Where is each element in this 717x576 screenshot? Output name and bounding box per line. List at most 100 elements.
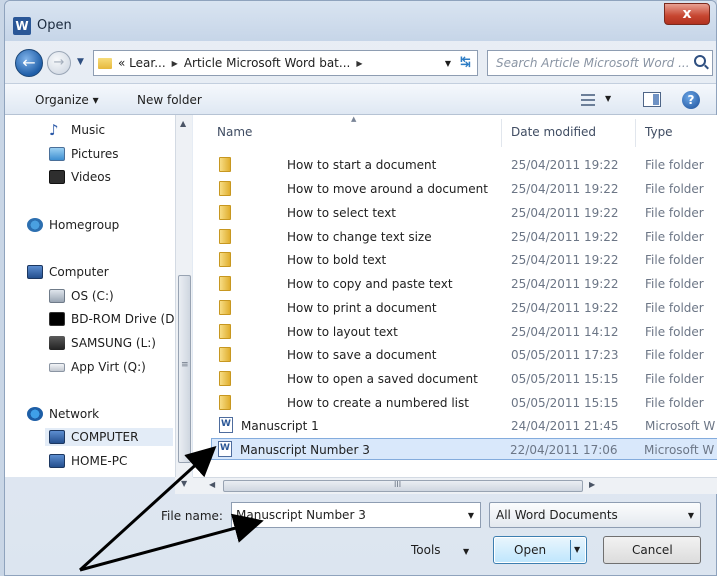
nav-item-computer-network[interactable]: COMPUTER: [45, 428, 173, 446]
tools-dropdown-icon[interactable]: ▼: [463, 547, 469, 556]
column-divider[interactable]: [635, 119, 636, 147]
file-type-value: All Word Documents: [496, 508, 618, 522]
file-row-selected[interactable]: Manuscript Number 3 22/04/2011 17:06 Mic…: [211, 438, 717, 460]
file-row[interactable]: How to save a document 05/05/2011 17:23 …: [213, 344, 717, 366]
file-row[interactable]: Manuscript 1 24/04/2011 21:45 Microsoft …: [213, 415, 717, 437]
file-name: How to start a document: [287, 158, 437, 172]
nav-item-pictures[interactable]: Pictures: [49, 147, 119, 161]
folder-icon: [219, 157, 231, 172]
nav-item-homegroup[interactable]: Homegroup: [27, 218, 119, 232]
refresh-icon[interactable]: ↹: [460, 55, 471, 70]
network-drive-icon: [49, 362, 65, 372]
file-row[interactable]: How to copy and paste text 25/04/2011 19…: [213, 273, 717, 295]
tools-button[interactable]: Tools: [411, 543, 441, 557]
recent-locations-dropdown[interactable]: ▼: [77, 57, 84, 67]
folder-icon: [219, 371, 231, 386]
nav-item-app-virt[interactable]: App Virt (Q:): [49, 360, 146, 374]
file-row[interactable]: How to open a saved document 05/05/2011 …: [213, 368, 717, 390]
preview-pane-icon[interactable]: [643, 92, 661, 107]
breadcrumb-separator-icon[interactable]: ▶: [356, 59, 362, 68]
file-row[interactable]: How to move around a document 25/04/2011…: [213, 178, 717, 200]
file-type-select[interactable]: All Word Documents ▼: [489, 502, 701, 528]
file-row[interactable]: How to start a document 25/04/2011 19:22…: [213, 154, 717, 176]
folder-icon: [219, 181, 231, 196]
help-icon[interactable]: ?: [682, 91, 700, 109]
folder-icon: [219, 229, 231, 244]
file-row[interactable]: How to change text size 25/04/2011 19:22…: [213, 226, 717, 248]
window-title: Open: [37, 18, 72, 33]
file-type: File folder: [645, 206, 704, 220]
nav-item-computer[interactable]: Computer: [27, 265, 109, 279]
forward-button[interactable]: →: [47, 51, 71, 75]
nav-item-os-c[interactable]: OS (C:): [49, 289, 114, 303]
column-header-name[interactable]: Name: [217, 125, 252, 139]
file-type: File folder: [645, 372, 704, 386]
file-type: File folder: [645, 301, 704, 315]
new-folder-button[interactable]: New folder: [137, 93, 202, 107]
folder-icon: [98, 57, 112, 69]
nav-item-home-pc[interactable]: HOME-PC: [49, 454, 127, 468]
file-type: File folder: [645, 158, 704, 172]
computer-icon: [49, 454, 65, 468]
word-document-icon: [218, 441, 232, 457]
nav-item-videos[interactable]: Videos: [49, 170, 111, 184]
organize-button[interactable]: Organize ▾: [35, 93, 99, 107]
file-row[interactable]: How to bold text 25/04/2011 19:22 File f…: [213, 249, 717, 271]
address-bar[interactable]: « Lear... ▶ Article Microsoft Word bat..…: [93, 50, 478, 76]
breadcrumb-learn[interactable]: « Lear...: [118, 56, 166, 70]
close-button[interactable]: x: [664, 3, 710, 25]
folder-icon: [219, 300, 231, 315]
file-name: How to bold text: [287, 253, 387, 267]
file-type: Microsoft W: [645, 419, 716, 433]
cancel-button-label: Cancel: [632, 543, 673, 557]
file-name: How to change text size: [287, 230, 432, 244]
scroll-up-arrow-icon[interactable]: ▲: [180, 119, 186, 128]
file-list: ▲ Name Date modified Type How to start a…: [193, 115, 717, 477]
change-view-icon[interactable]: [581, 94, 595, 106]
computer-icon: [49, 430, 65, 444]
command-toolbar: Organize ▾ New folder ▼ ?: [5, 83, 716, 115]
file-date: 25/04/2011 19:22: [511, 182, 619, 196]
scroll-left-arrow-icon[interactable]: ◀: [209, 480, 215, 489]
breadcrumb-separator-icon[interactable]: ▶: [172, 59, 178, 68]
file-date: 25/04/2011 19:22: [511, 277, 619, 291]
search-input[interactable]: Search Article Microsoft Word ...: [496, 56, 690, 70]
column-header-date-modified[interactable]: Date modified: [511, 125, 596, 139]
view-options-dropdown-icon[interactable]: ▼: [605, 94, 611, 103]
column-divider[interactable]: [501, 119, 502, 147]
nav-item-samsung[interactable]: SAMSUNG (L:): [49, 336, 156, 350]
column-header-type[interactable]: Type: [645, 125, 673, 139]
address-dropdown-icon[interactable]: ▼: [445, 59, 451, 68]
scrollbar-thumb[interactable]: [178, 275, 191, 463]
folder-icon: [219, 395, 231, 410]
scrollbar-thumb[interactable]: [223, 480, 583, 492]
open-button[interactable]: Open ▼: [493, 536, 587, 564]
nav-item-network[interactable]: Network: [27, 407, 99, 421]
search-icon[interactable]: [694, 55, 706, 67]
file-row[interactable]: How to print a document 25/04/2011 19:22…: [213, 297, 717, 319]
navigation-pane-scrollbar[interactable]: ▲: [175, 115, 192, 477]
file-date: 25/04/2011 19:22: [511, 206, 619, 220]
file-date: 24/04/2011 21:45: [511, 419, 619, 433]
nav-item-bd-rom[interactable]: BD-ROM Drive (D: [49, 312, 174, 326]
search-box[interactable]: Search Article Microsoft Word ...: [487, 50, 713, 76]
scroll-right-arrow-icon[interactable]: ▶: [589, 480, 595, 489]
back-button[interactable]: ←: [15, 49, 43, 77]
file-name-dropdown-icon[interactable]: ▼: [468, 511, 474, 520]
scroll-down-arrow-icon[interactable]: ▼: [181, 479, 187, 488]
cancel-button[interactable]: Cancel: [603, 536, 701, 564]
open-options-dropdown-icon[interactable]: ▼: [574, 545, 580, 554]
file-type: File folder: [645, 230, 704, 244]
file-row[interactable]: How to select text 25/04/2011 19:22 File…: [213, 202, 717, 224]
file-row[interactable]: How to create a numbered list 05/05/2011…: [213, 392, 717, 414]
file-type: File folder: [645, 396, 704, 410]
file-date: 25/04/2011 19:22: [511, 301, 619, 315]
breadcrumb-article[interactable]: Article Microsoft Word bat...: [184, 56, 351, 70]
videos-icon: [49, 170, 65, 184]
file-row[interactable]: How to layout text 25/04/2011 14:12 File…: [213, 321, 717, 343]
file-name-input[interactable]: Manuscript Number 3 ▼: [231, 502, 481, 528]
file-date: 25/04/2011 19:22: [511, 158, 619, 172]
file-list-horizontal-scrollbar[interactable]: ◀ ▶: [193, 477, 717, 494]
file-date: 05/05/2011 15:15: [511, 396, 619, 410]
nav-item-music[interactable]: ♪ Music: [49, 123, 105, 138]
